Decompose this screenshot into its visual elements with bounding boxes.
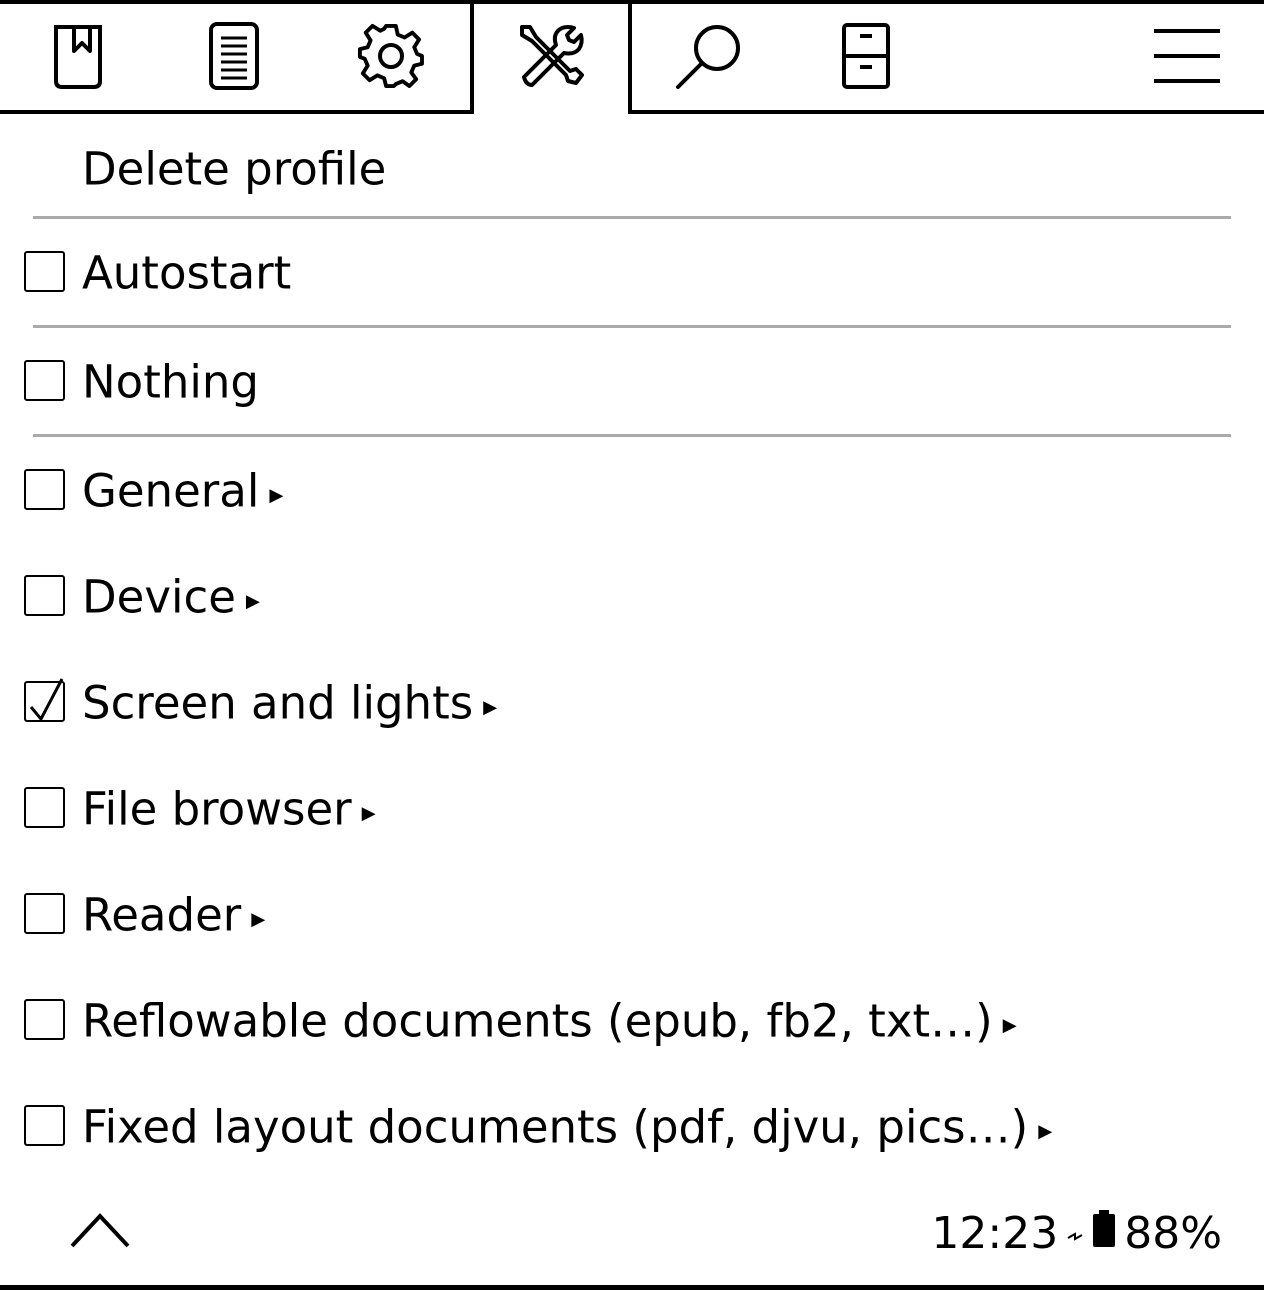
up-button[interactable] (60, 1200, 140, 1260)
checkbox[interactable] (24, 1105, 65, 1146)
menu-item-label: Delete profile (82, 142, 387, 196)
submenu-arrow-icon: ▸ (251, 901, 266, 935)
tab-document[interactable] (156, 0, 312, 112)
tab-settings[interactable] (312, 0, 470, 112)
menu-item-device[interactable]: Device ▸ (0, 544, 1264, 650)
clock: 12:23 (931, 1208, 1059, 1259)
bottom-border (0, 1285, 1264, 1290)
hamburger-menu-icon (1152, 27, 1222, 85)
checkbox[interactable] (24, 999, 65, 1040)
menu-item-label: File browser ▸ (82, 782, 376, 836)
filing-cabinet-icon (840, 22, 892, 90)
menu-item-nothing[interactable]: Nothing (0, 329, 1264, 435)
submenu-arrow-icon: ▸ (245, 583, 260, 617)
menu-item-label: Reader ▸ (82, 888, 266, 942)
menu-item-label: General ▸ (82, 464, 284, 518)
tab-files[interactable] (788, 0, 944, 112)
checkbox[interactable] (24, 360, 65, 401)
menu-item-label: Reflowable documents (epub, fb2, txt…) ▸ (82, 994, 1017, 1048)
menu-item-label: Autostart (82, 246, 292, 300)
menu-item-autostart[interactable]: Autostart (0, 220, 1264, 326)
bookmark-icon (50, 21, 106, 91)
document-icon (206, 20, 262, 92)
divider (33, 434, 1231, 437)
gear-icon (357, 22, 425, 90)
chevron-up-icon (60, 1213, 140, 1264)
tab-bookmarks[interactable] (0, 0, 156, 112)
tools-icon (516, 23, 586, 89)
menu-item-general[interactable]: General ▸ (0, 438, 1264, 544)
menu-item-reader[interactable]: Reader ▸ (0, 862, 1264, 968)
tab-search[interactable] (632, 0, 788, 112)
submenu-arrow-icon: ▸ (361, 795, 376, 829)
menu-item-file-browser[interactable]: File browser ▸ (0, 756, 1264, 862)
charging-icon (1066, 1208, 1084, 1259)
menu-item-label: Device ▸ (82, 570, 260, 624)
menu-item-label: Screen and lights ▸ (82, 676, 498, 730)
status-bar: 12:23 88% (931, 1208, 1222, 1259)
battery-percent: 88% (1124, 1208, 1222, 1259)
menu-item-delete-profile[interactable]: Delete profile (0, 116, 1264, 222)
submenu-arrow-icon: ▸ (483, 689, 498, 723)
main-menu-button[interactable] (1130, 0, 1244, 112)
search-icon (675, 22, 745, 90)
checkbox[interactable] (24, 893, 65, 934)
submenu-arrow-icon: ▸ (269, 477, 284, 511)
submenu-arrow-icon: ▸ (1002, 1007, 1017, 1041)
divider (33, 325, 1231, 328)
checkmark-icon (29, 678, 64, 722)
battery-icon (1092, 1208, 1116, 1259)
divider (33, 216, 1231, 219)
menu-item-label: Fixed layout documents (pdf, djvu, pics…… (82, 1100, 1053, 1154)
menu-item-fixed-layout-documents[interactable]: Fixed layout documents (pdf, djvu, pics…… (0, 1074, 1264, 1180)
menu-item-reflowable-documents[interactable]: Reflowable documents (epub, fb2, txt…) ▸ (0, 968, 1264, 1074)
menu-item-label: Nothing (82, 355, 259, 409)
checkbox[interactable] (24, 469, 65, 510)
tab-bar (0, 0, 1264, 116)
submenu-arrow-icon: ▸ (1038, 1113, 1053, 1147)
checkbox[interactable] (24, 251, 65, 292)
menu-item-screen-and-lights[interactable]: Screen and lights ▸ (0, 650, 1264, 756)
checkbox[interactable] (24, 787, 65, 828)
checkbox-checked[interactable] (24, 678, 65, 722)
checkbox[interactable] (24, 575, 65, 616)
tab-tools[interactable] (474, 0, 628, 112)
